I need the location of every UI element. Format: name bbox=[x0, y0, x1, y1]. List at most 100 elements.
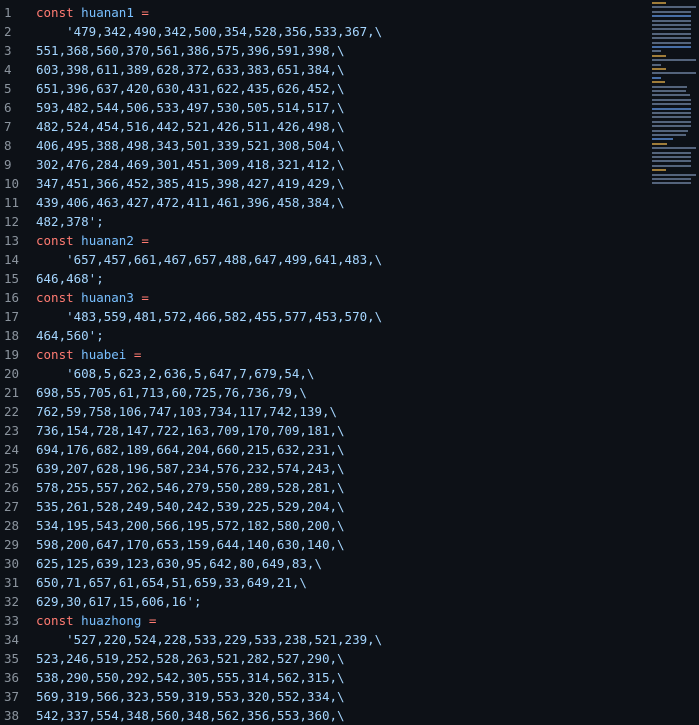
string-token: 302,476,284,469,301,451,309,418,321,412,… bbox=[36, 157, 345, 172]
code-line[interactable]: 24 694,176,682,189,664,204,660,215,632,23… bbox=[0, 440, 640, 459]
code-line[interactable]: 15 646,468'; bbox=[0, 269, 640, 288]
minimap-line bbox=[652, 37, 691, 40]
line-number: 3 bbox=[4, 43, 12, 58]
line-number: 10 bbox=[4, 176, 20, 191]
code-line[interactable]: 6 593,482,544,506,533,497,530,505,514,517… bbox=[0, 98, 640, 117]
code-line[interactable]: 31 650,71,657,61,654,51,659,33,649,21,\ bbox=[0, 573, 640, 592]
line-number: 18 bbox=[4, 328, 20, 343]
code-line[interactable]: 17 '483,559,481,572,466,582,455,577,453,… bbox=[0, 307, 640, 326]
minimap-line bbox=[652, 76, 661, 79]
line-number: 28 bbox=[4, 518, 20, 533]
code-line[interactable]: 38 542,337,554,348,560,348,562,356,553,36… bbox=[0, 706, 640, 725]
string-token: 639,207,628,196,587,234,576,232,574,243,… bbox=[36, 461, 345, 476]
keyword-token: const bbox=[36, 290, 74, 305]
code-line[interactable]: 2 '479,342,490,342,500,354,528,356,533,3… bbox=[0, 22, 640, 41]
minimap-line bbox=[652, 120, 691, 123]
minimap-line bbox=[652, 32, 691, 35]
code-line[interactable]: 10 347,451,366,452,385,415,398,427,419,42… bbox=[0, 174, 640, 193]
line-number: 16 bbox=[4, 290, 20, 305]
line-number: 11 bbox=[4, 195, 20, 210]
code-line[interactable]: 25 639,207,628,196,587,234,576,232,574,24… bbox=[0, 459, 640, 478]
code-line[interactable]: 11 439,406,463,427,472,411,461,396,458,38… bbox=[0, 193, 640, 212]
code-line[interactable]: 7 482,524,454,516,442,521,426,511,426,498… bbox=[0, 117, 640, 136]
line-source: 569,319,566,323,559,319,553,320,552,334,… bbox=[30, 687, 345, 706]
string-token: 578,255,557,262,546,279,550,289,528,281,… bbox=[36, 480, 345, 495]
string-token: 482,378'; bbox=[36, 214, 104, 229]
code-line[interactable]: 33 const huazhong = bbox=[0, 611, 640, 630]
code-line[interactable]: 4 603,398,611,389,628,372,633,383,651,384… bbox=[0, 60, 640, 79]
line-number: 26 bbox=[4, 480, 20, 495]
line-number: 31 bbox=[4, 575, 20, 590]
code-line[interactable]: 34 '527,220,524,228,533,229,533,238,521,… bbox=[0, 630, 640, 649]
code-line[interactable]: 22 762,59,758,106,747,103,734,117,742,139… bbox=[0, 402, 640, 421]
minimap-line bbox=[652, 182, 691, 185]
line-number: 14 bbox=[4, 252, 20, 267]
keyword-token: const bbox=[36, 5, 74, 20]
line-source: const huanan2 = bbox=[30, 231, 149, 250]
string-token: 569,319,566,323,559,319,553,320,552,334,… bbox=[36, 689, 345, 704]
line-source: 406,495,388,498,343,501,339,521,308,504,… bbox=[30, 136, 345, 155]
code-line[interactable]: 5 651,396,637,420,630,431,622,435,626,452… bbox=[0, 79, 640, 98]
line-source: '608,5,623,2,636,5,647,7,679,54,\ bbox=[30, 364, 314, 383]
line-source: 534,195,543,200,566,195,572,182,580,200,… bbox=[30, 516, 345, 535]
minimap-line bbox=[652, 134, 687, 136]
minimap-line bbox=[652, 10, 691, 13]
code-line[interactable]: 35 523,246,519,252,528,263,521,282,527,29… bbox=[0, 649, 640, 668]
line-number: 4 bbox=[4, 62, 12, 77]
code-line[interactable]: 30 625,125,639,123,630,95,642,80,649,83,\ bbox=[0, 554, 640, 573]
minimap-line bbox=[652, 72, 696, 75]
code-line[interactable]: 1 const huanan1 = bbox=[0, 3, 640, 22]
minimap-line bbox=[652, 107, 691, 110]
line-number: 30 bbox=[4, 556, 20, 571]
minimap-line bbox=[652, 41, 691, 44]
code-line[interactable]: 29 598,200,647,170,653,159,644,140,630,14… bbox=[0, 535, 640, 554]
string-token: 694,176,682,189,664,204,660,215,632,231,… bbox=[36, 442, 345, 457]
minimap-line bbox=[652, 116, 691, 119]
code-line[interactable]: 12 482,378'; bbox=[0, 212, 640, 231]
code-line[interactable]: 36 538,290,550,292,542,305,555,314,562,31… bbox=[0, 668, 640, 687]
code-line[interactable]: 3 551,368,560,370,561,386,575,396,591,398… bbox=[0, 41, 640, 60]
line-source: 593,482,544,506,533,497,530,505,514,517,… bbox=[30, 98, 345, 117]
line-number: 17 bbox=[4, 309, 20, 324]
code-line[interactable]: 8 406,495,388,498,343,501,339,521,308,504… bbox=[0, 136, 640, 155]
minimap[interactable] bbox=[652, 2, 698, 192]
code-line[interactable]: 13 const huanan2 = bbox=[0, 231, 640, 250]
line-number: 6 bbox=[4, 100, 12, 115]
string-token: 535,261,528,249,540,242,539,225,529,204,… bbox=[36, 499, 345, 514]
code-line[interactable]: 20 '608,5,623,2,636,5,647,7,679,54,\ bbox=[0, 364, 640, 383]
code-editor[interactable]: 1 const huanan1 = 2 '479,342,490,342,500,3… bbox=[0, 0, 699, 723]
line-source: 762,59,758,106,747,103,734,117,742,139,\ bbox=[30, 402, 337, 421]
minimap-line bbox=[652, 156, 691, 158]
code-line[interactable]: 18 464,560'; bbox=[0, 326, 640, 345]
minimap-line bbox=[652, 98, 691, 101]
identifier-token: huanan3 bbox=[81, 290, 134, 305]
code-line[interactable]: 14 '657,457,661,467,657,488,647,499,641,… bbox=[0, 250, 640, 269]
line-number: 37 bbox=[4, 689, 20, 704]
code-line[interactable]: 26 578,255,557,262,546,279,550,289,528,28… bbox=[0, 478, 640, 497]
line-source: 625,125,639,123,630,95,642,80,649,83,\ bbox=[30, 554, 322, 573]
line-number: 13 bbox=[4, 233, 20, 248]
code-area[interactable]: 1 const huanan1 = 2 '479,342,490,342,500,3… bbox=[0, 3, 640, 725]
string-token: 736,154,728,147,722,163,709,170,709,181,… bbox=[36, 423, 345, 438]
line-source: 736,154,728,147,722,163,709,170,709,181,… bbox=[30, 421, 345, 440]
code-line[interactable]: 23 736,154,728,147,722,163,709,170,709,18… bbox=[0, 421, 640, 440]
minimap-line bbox=[652, 103, 691, 106]
code-line[interactable]: 32 629,30,617,15,606,16'; bbox=[0, 592, 640, 611]
line-source: 603,398,611,389,628,372,633,383,651,384,… bbox=[30, 60, 345, 79]
code-line[interactable]: 19 const huabei = bbox=[0, 345, 640, 364]
line-number: 36 bbox=[4, 670, 20, 685]
line-source: '527,220,524,228,533,229,533,238,521,239… bbox=[30, 630, 382, 649]
minimap-line bbox=[652, 125, 691, 128]
code-line[interactable]: 9 302,476,284,469,301,451,309,418,321,412… bbox=[0, 155, 640, 174]
minimap-line bbox=[652, 46, 691, 48]
code-line[interactable]: 28 534,195,543,200,566,195,572,182,580,20… bbox=[0, 516, 640, 535]
minimap-line bbox=[652, 169, 667, 172]
line-source: const huanan1 = bbox=[30, 3, 149, 22]
code-line[interactable]: 21 698,55,705,61,713,60,725,76,736,79,\ bbox=[0, 383, 640, 402]
code-line[interactable]: 27 535,261,528,249,540,242,539,225,529,20… bbox=[0, 497, 640, 516]
code-line[interactable]: 16 const huanan3 = bbox=[0, 288, 640, 307]
string-token: 629,30,617,15,606,16'; bbox=[36, 594, 202, 609]
code-line[interactable]: 37 569,319,566,323,559,319,553,320,552,33… bbox=[0, 687, 640, 706]
string-token: '483,559,481,572,466,582,455,577,453,570… bbox=[36, 309, 383, 324]
operator-token: = bbox=[141, 290, 149, 305]
